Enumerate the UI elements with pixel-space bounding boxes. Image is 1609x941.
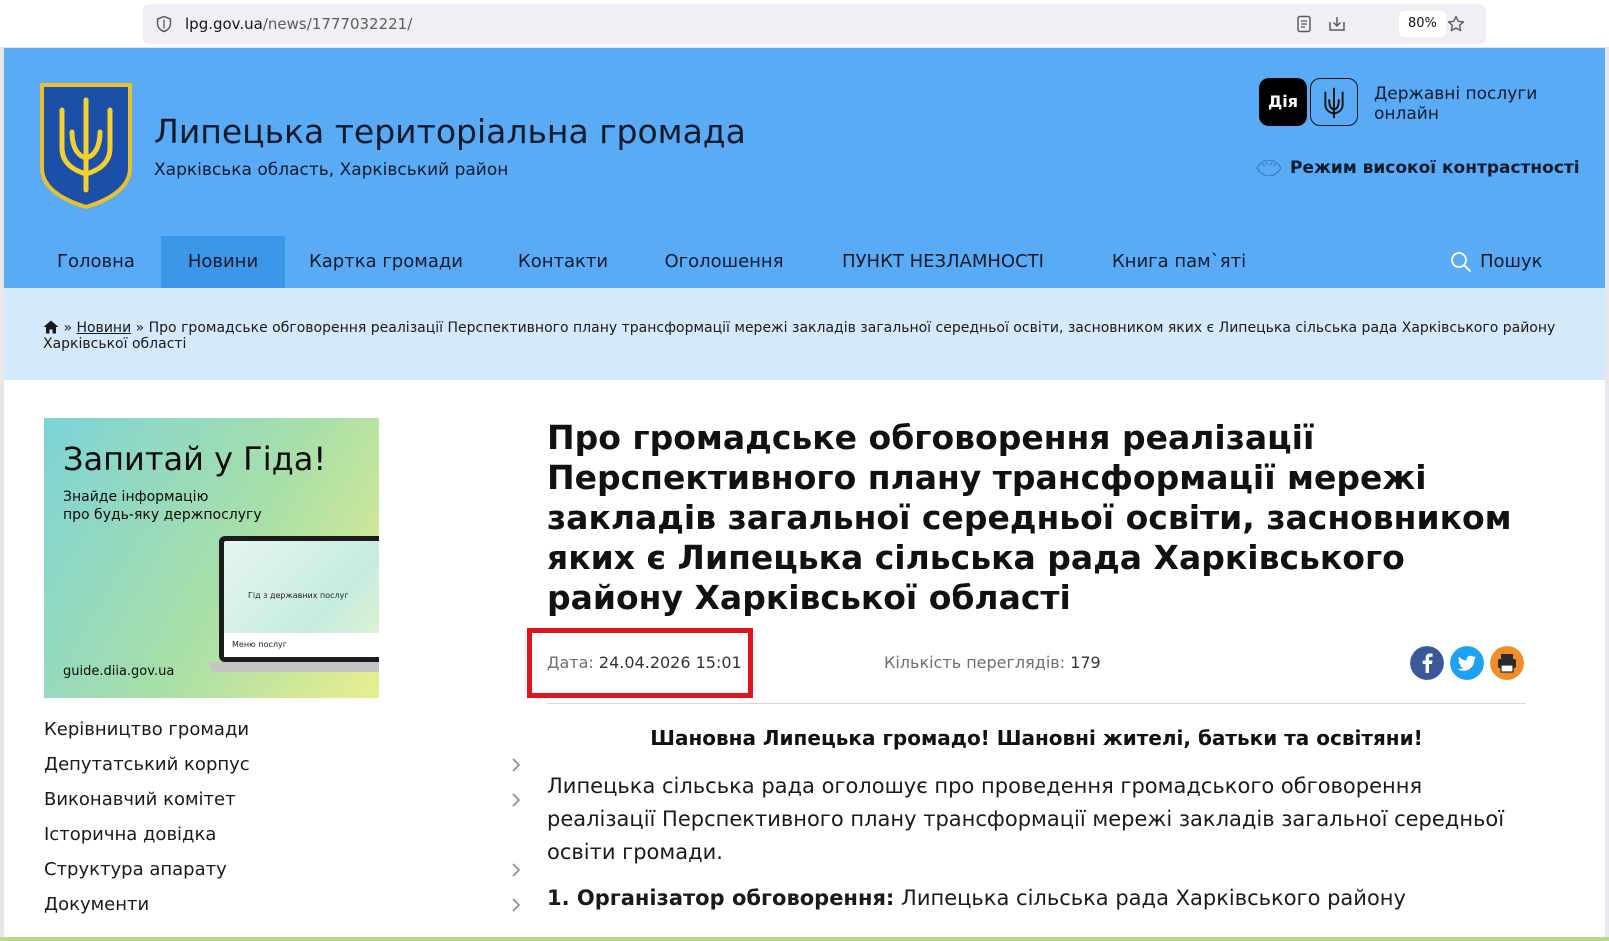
url-text[interactable]: lpg.gov.ua/news/1777032221/ bbox=[185, 15, 412, 33]
page: Липецька територіальна громада Харківськ… bbox=[4, 48, 1605, 941]
laptop-screen-content: Гід з державних послуг Меню послуг bbox=[224, 541, 379, 657]
diia-logo[interactable]: Дія bbox=[1259, 78, 1307, 126]
side-menu-item-label: Виконавчий комітет bbox=[44, 789, 236, 810]
side-menu-item[interactable]: Історична довідка bbox=[44, 823, 524, 858]
article-title: Про громадське обговорення реалізації Пе… bbox=[547, 418, 1512, 617]
point-1-text: Липецька сільська рада Харківського райо… bbox=[901, 886, 1406, 910]
side-menu-item-label: Керівництво громади bbox=[44, 719, 250, 740]
banner-subtitle-line2: про будь-яку держпослугу bbox=[63, 507, 262, 523]
nav-item-memory-book[interactable]: Книга пам`яті bbox=[1084, 236, 1274, 288]
side-menu: Керівництво громади Депутатський корпус Ви… bbox=[44, 718, 524, 928]
home-icon[interactable] bbox=[43, 320, 59, 334]
banner-subtitle: Знайде інформацію про будь-яку держпослу… bbox=[63, 488, 262, 524]
nav-item-news[interactable]: Новини bbox=[161, 236, 285, 288]
breadcrumb-current: Про громадське обговорення реалізації Пе… bbox=[43, 320, 1556, 352]
side-menu-item[interactable]: Депутатський корпус bbox=[44, 753, 524, 788]
facebook-icon[interactable] bbox=[1410, 646, 1444, 680]
article-lead: Липецька сільська рада оголошує про пров… bbox=[547, 774, 1505, 864]
date-value: 24.04.2026 15:01 bbox=[598, 653, 742, 672]
page-bottom-edge bbox=[0, 937, 1609, 941]
download-icon[interactable] bbox=[1327, 14, 1347, 34]
site-title[interactable]: Липецька територіальна громада bbox=[154, 112, 746, 151]
nav-item-contacts[interactable]: Контакти bbox=[503, 236, 623, 288]
eye-icon bbox=[1256, 160, 1282, 176]
trident-icon[interactable] bbox=[1310, 78, 1358, 126]
site-header: Липецька територіальна громада Харківськ… bbox=[4, 48, 1605, 294]
guide-banner[interactable]: Запитай у Гіда! Знайде інформацію про бу… bbox=[44, 418, 379, 698]
laptop-screen-menu: Меню послуг bbox=[224, 633, 379, 657]
search-label: Пошук bbox=[1480, 251, 1543, 272]
article-views: Кількість переглядів: 179 bbox=[884, 653, 1101, 672]
address-bar[interactable]: lpg.gov.ua/news/1777032221/ 80% bbox=[143, 4, 1486, 44]
nav-item-community-card[interactable]: Картка громади bbox=[294, 236, 478, 288]
star-icon[interactable] bbox=[1446, 14, 1466, 34]
laptop-screen: Гід з державних послуг Меню послуг bbox=[219, 536, 379, 662]
coat-of-arms-icon[interactable] bbox=[39, 82, 133, 210]
breadcrumb: » Новини » Про громадське обговорення ре… bbox=[4, 288, 1605, 380]
url-path: /news/1777032221/ bbox=[262, 15, 413, 33]
side-menu-item-label: Історична довідка bbox=[44, 824, 217, 845]
browser-toolbar: lpg.gov.ua/news/1777032221/ 80% bbox=[0, 0, 1609, 48]
side-menu-item[interactable]: Документи bbox=[44, 893, 524, 928]
side-menu-item-label: Документи bbox=[44, 894, 150, 915]
main-nav: Головна Новини Картка громади Контакти О… bbox=[4, 236, 1605, 288]
side-menu-item[interactable]: Структура апарату bbox=[44, 858, 524, 893]
nav-item-invincibility-point[interactable]: ПУНКТ НЕЗЛАМНОСТІ bbox=[822, 236, 1064, 288]
laptop-base bbox=[209, 662, 379, 672]
divider bbox=[547, 703, 1526, 704]
views-value: 179 bbox=[1070, 653, 1101, 672]
chevron-right-icon[interactable] bbox=[509, 897, 523, 913]
point-1-label: 1. Організатор обговорення: bbox=[547, 886, 895, 910]
banner-subtitle-line1: Знайде інформацію bbox=[63, 489, 209, 505]
chevron-right-icon[interactable] bbox=[509, 862, 523, 878]
reader-icon[interactable] bbox=[1294, 14, 1314, 34]
banner-title: Запитай у Гіда! bbox=[63, 440, 327, 478]
nav-item-home[interactable]: Головна bbox=[34, 236, 158, 288]
side-menu-item[interactable]: Виконавчий комітет bbox=[44, 788, 524, 823]
shield-icon[interactable] bbox=[155, 15, 173, 33]
zoom-level[interactable]: 80% bbox=[1399, 11, 1446, 37]
breadcrumb-news-link[interactable]: Новини bbox=[76, 320, 131, 336]
date-label: Дата: bbox=[547, 653, 594, 672]
banner-url: guide.diia.gov.ua bbox=[63, 664, 175, 679]
article-point-1: 1. Організатор обговорення: Липецька сіл… bbox=[547, 882, 1526, 915]
laptop-illustration: Гід з державних послуг Меню послуг bbox=[209, 536, 379, 686]
site-subtitle: Харківська область, Харківський район bbox=[154, 160, 509, 180]
article-date: Дата: 24.04.2026 15:01 bbox=[547, 653, 742, 672]
views-label: Кількість переглядів: bbox=[884, 653, 1066, 672]
laptop-screen-title: Гід з державних послуг bbox=[248, 591, 349, 600]
nav-item-announcements[interactable]: Оголошення bbox=[647, 236, 801, 288]
chevron-right-icon[interactable] bbox=[509, 757, 523, 773]
side-menu-item-label: Депутатський корпус bbox=[44, 754, 250, 775]
url-host: lpg.gov.ua bbox=[185, 15, 263, 33]
side-menu-item[interactable]: Керівництво громади bbox=[44, 718, 524, 753]
high-contrast-label: Режим високої контрастності bbox=[1290, 158, 1580, 178]
twitter-icon[interactable] bbox=[1450, 646, 1484, 680]
chevron-right-icon[interactable] bbox=[509, 792, 523, 808]
search-icon bbox=[1451, 252, 1471, 272]
print-icon[interactable] bbox=[1490, 646, 1524, 680]
high-contrast-toggle[interactable]: Режим високої контрастності bbox=[1256, 158, 1580, 178]
search-button[interactable]: Пошук bbox=[1450, 236, 1543, 288]
window-scrollbar[interactable] bbox=[1605, 48, 1609, 941]
article-greeting: Шановна Липецька громадо! Шановні жителі… bbox=[650, 726, 1423, 750]
diia-link[interactable]: Державні послуги онлайн bbox=[1374, 84, 1574, 124]
side-menu-item-label: Структура апарату bbox=[44, 859, 227, 880]
